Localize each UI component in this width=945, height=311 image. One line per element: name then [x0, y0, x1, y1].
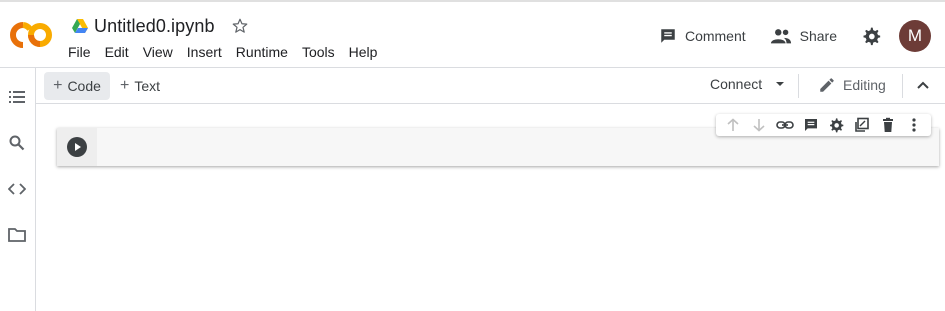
menu-insert[interactable]: Insert	[187, 44, 229, 60]
chevron-up-icon[interactable]	[914, 77, 932, 95]
plus-icon: +	[120, 77, 130, 94]
cell-gutter	[57, 128, 97, 166]
notebook-toolbar: + Code + Text Connect Editing	[36, 68, 945, 104]
settings-gear-icon[interactable]	[861, 26, 881, 46]
delete-icon[interactable]	[878, 115, 898, 135]
comment-button[interactable]: Comment	[659, 27, 746, 45]
comment-label: Comment	[684, 28, 746, 44]
run-cell-button[interactable]	[67, 137, 87, 157]
menu-file[interactable]: File	[68, 44, 98, 60]
table-of-contents-icon[interactable]	[8, 88, 26, 106]
notebook-title-row: Untitled0.ipynb	[72, 14, 249, 38]
link-icon[interactable]	[775, 115, 795, 135]
editing-label: Editing	[843, 77, 886, 93]
connect-label: Connect	[710, 76, 763, 92]
user-avatar[interactable]: M	[899, 20, 931, 52]
menu-runtime[interactable]: Runtime	[236, 44, 295, 60]
connect-button[interactable]: Connect	[710, 76, 790, 92]
menu-bar: File Edit View Insert Runtime Tools Help	[68, 44, 391, 60]
play-icon	[75, 143, 81, 151]
notebook-title[interactable]: Untitled0.ipynb	[94, 16, 215, 37]
left-sidebar	[0, 68, 36, 311]
colab-logo[interactable]	[10, 20, 54, 50]
top-actions: Comment Share M	[659, 20, 931, 52]
comment-icon	[661, 29, 675, 43]
menu-tools[interactable]: Tools	[302, 44, 342, 60]
settings-icon[interactable]	[826, 115, 846, 135]
menu-help[interactable]: Help	[349, 44, 385, 60]
editing-mode-button[interactable]: Editing	[818, 76, 886, 94]
plus-icon: +	[53, 77, 63, 94]
cell-toolbar	[716, 114, 931, 136]
top-bar: Untitled0.ipynb File Edit View Insert Ru…	[0, 0, 945, 68]
pencil-icon	[820, 78, 834, 92]
toolbar-divider	[798, 74, 799, 98]
search-icon[interactable]	[8, 134, 26, 152]
comment-icon[interactable]	[801, 115, 821, 135]
add-code-cell-button[interactable]: + Code	[44, 72, 110, 100]
share-label: Share	[799, 28, 837, 44]
menu-edit[interactable]: Edit	[105, 44, 136, 60]
move-up-icon[interactable]	[723, 115, 743, 135]
mirror-cell-icon[interactable]	[852, 115, 872, 135]
caret-down-icon[interactable]	[770, 76, 790, 92]
google-drive-icon[interactable]	[72, 19, 88, 33]
menu-view[interactable]: View	[143, 44, 180, 60]
star-icon[interactable]	[231, 17, 249, 35]
share-people-icon	[770, 29, 791, 44]
toolbar-divider	[902, 74, 903, 98]
add-text-label: Text	[134, 78, 161, 94]
move-down-icon[interactable]	[749, 115, 769, 135]
add-text-cell-button[interactable]: + Text	[120, 72, 160, 100]
code-snippets-icon[interactable]	[8, 180, 26, 198]
more-icon[interactable]	[904, 115, 924, 135]
share-button[interactable]: Share	[770, 27, 837, 45]
add-code-label: Code	[67, 78, 101, 94]
files-folder-icon[interactable]	[8, 226, 26, 244]
